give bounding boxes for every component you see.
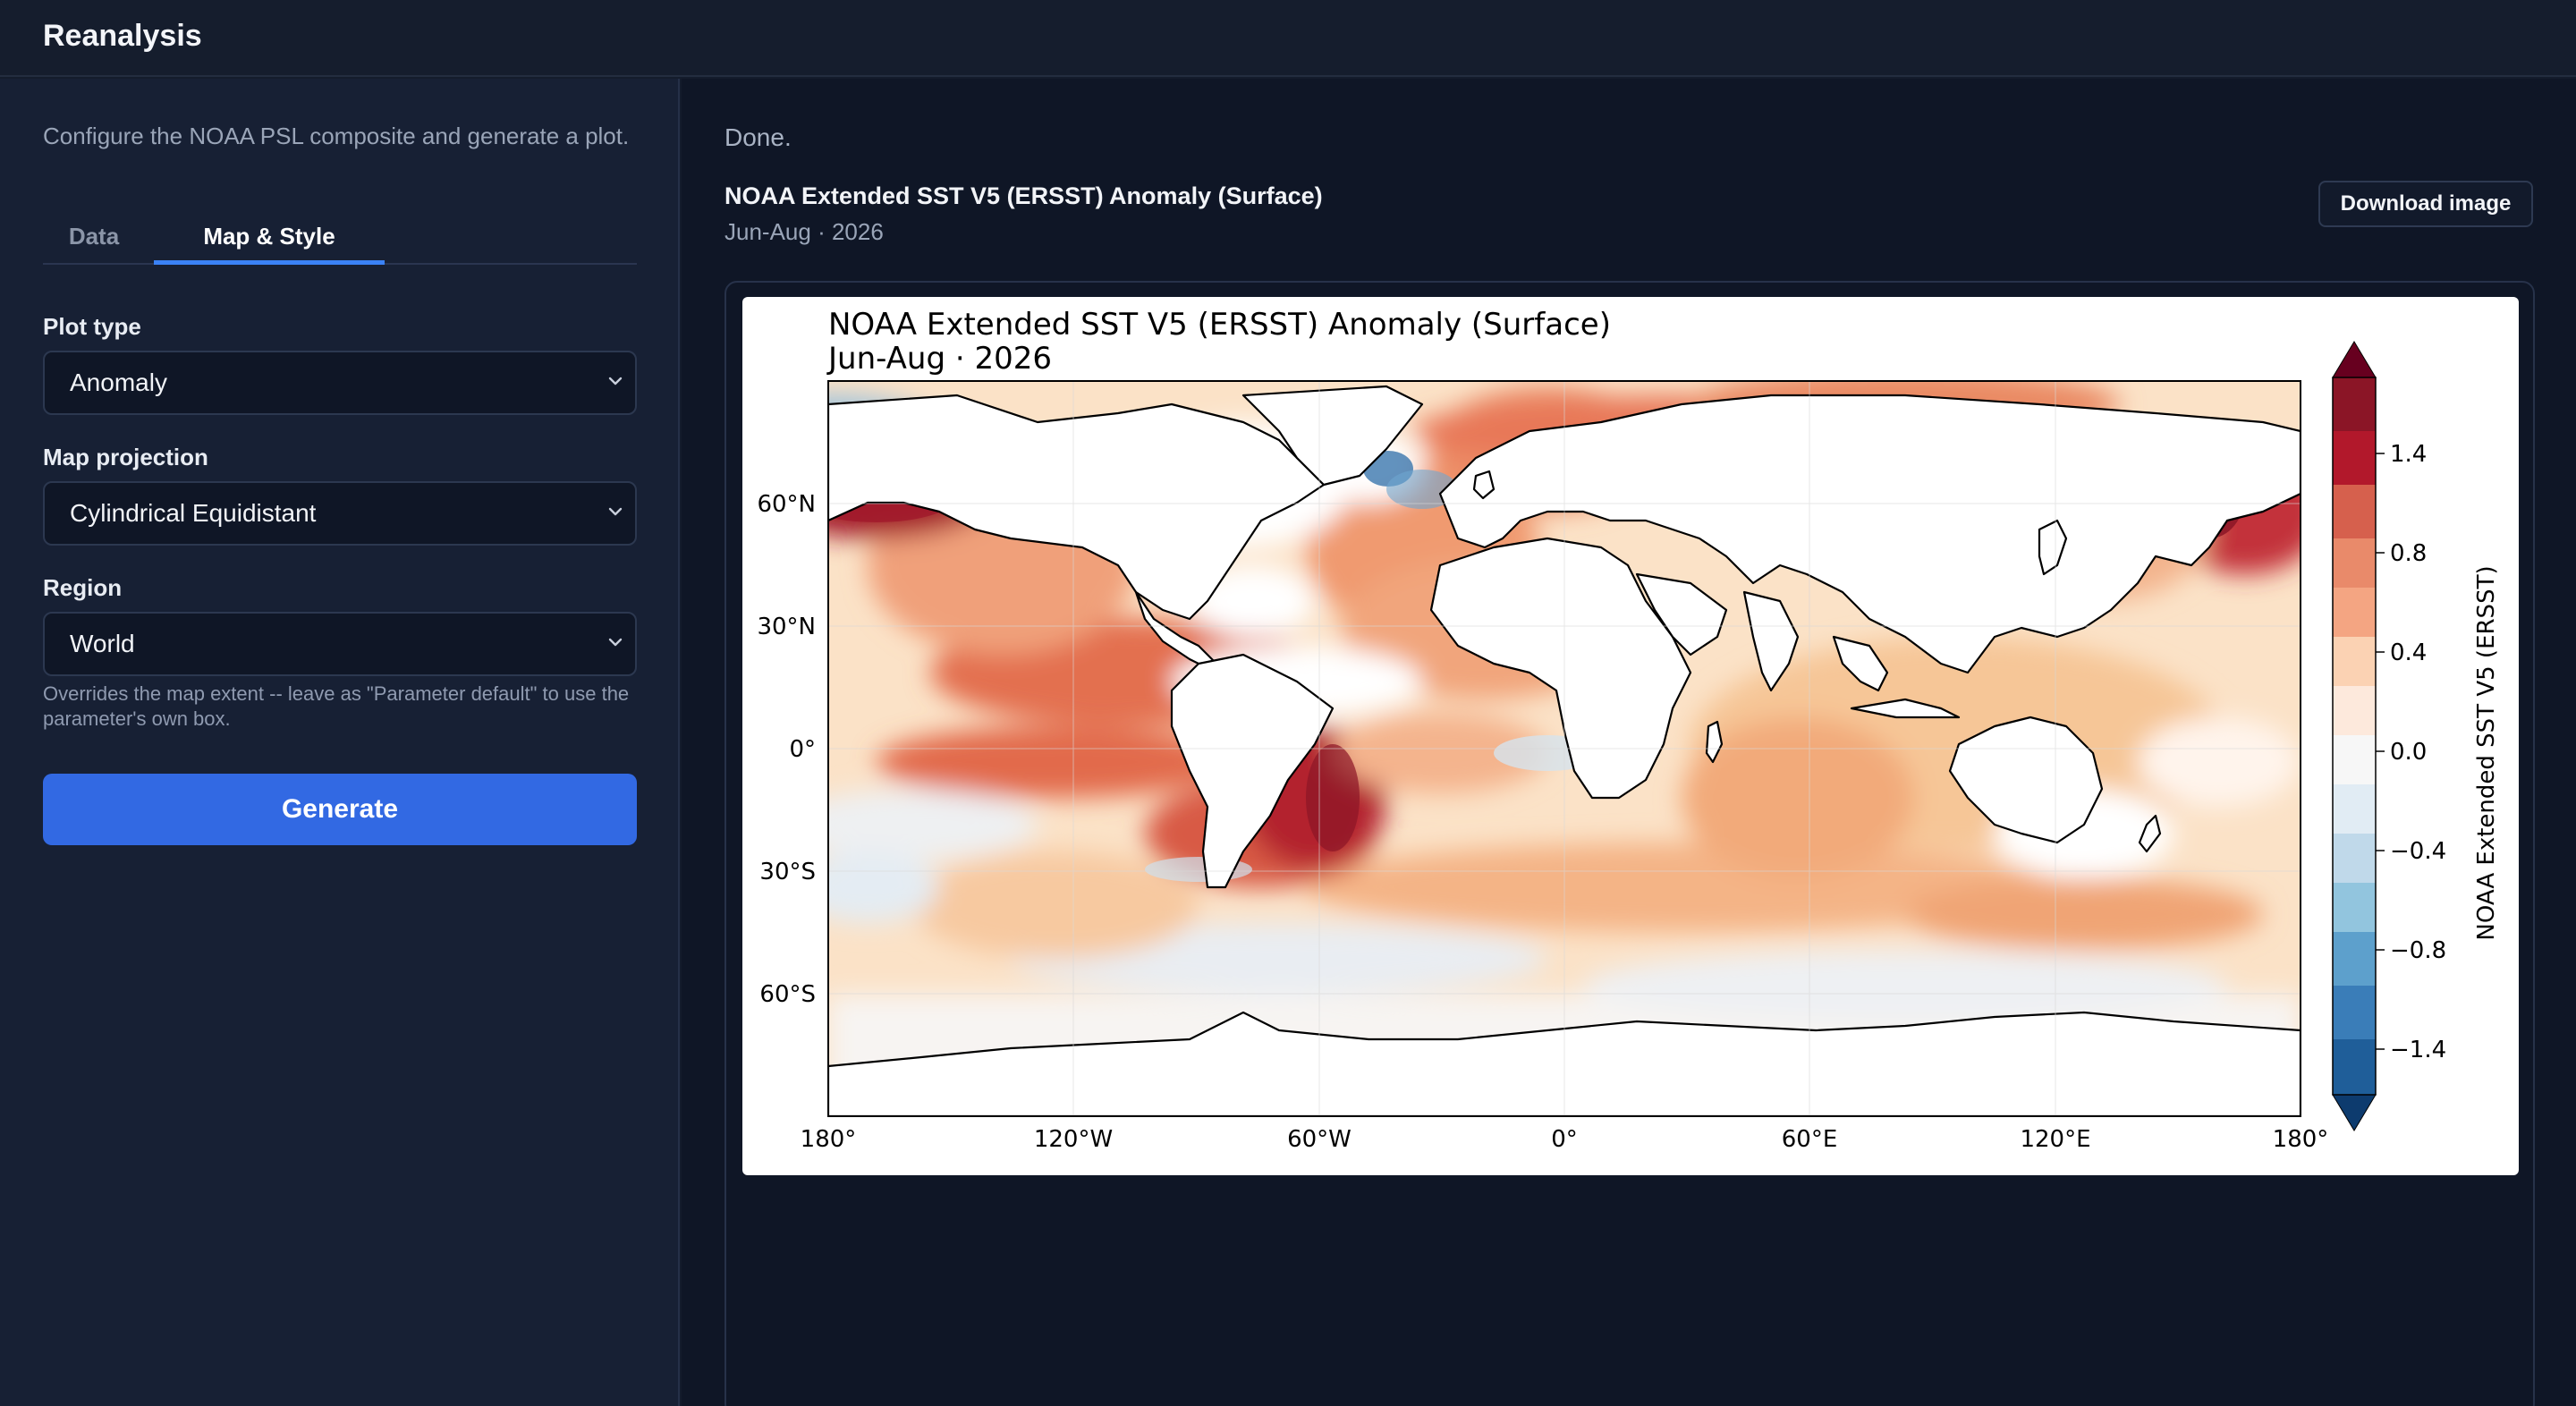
chevron-down-icon xyxy=(608,377,623,385)
generate-button[interactable]: Generate xyxy=(43,774,637,845)
colorbar-tick-label: 0.8 xyxy=(2390,540,2427,567)
lat-tick-label: 30°N xyxy=(757,614,816,640)
region-label: Region xyxy=(43,574,123,601)
plot-frame: NOAA Extended SST V5 (ERSST) Anomaly (Su… xyxy=(724,281,2535,1406)
download-image-button[interactable]: Download image xyxy=(2318,181,2533,227)
projection-value: Cylindrical Equidistant xyxy=(70,499,317,527)
lon-tick-label: 60°E xyxy=(1782,1126,1838,1153)
projection-select[interactable]: Cylindrical Equidistant xyxy=(43,481,637,546)
lon-tick-label: 180° xyxy=(2273,1126,2329,1153)
sidebar: Configure the NOAA PSL composite and gen… xyxy=(0,79,680,1406)
chevron-down-icon xyxy=(608,638,623,647)
lat-tick-label: 60°N xyxy=(757,491,816,518)
map-figure: NOAA Extended SST V5 (ERSST) Anomaly (Su… xyxy=(757,307,2500,1153)
colorbar-tick-label: −1.4 xyxy=(2390,1037,2446,1063)
region-help-text: Overrides the map extent -- leave as "Pa… xyxy=(43,682,630,730)
colorbar-label: NOAA Extended SST V5 (ERSST) xyxy=(2473,565,2500,940)
sidebar-intro: Configure the NOAA PSL composite and gen… xyxy=(43,123,630,149)
tab-data[interactable]: Data xyxy=(43,220,145,265)
main-panel: Done. NOAA Extended SST V5 (ERSST) Anoma… xyxy=(682,79,2576,1406)
plot-subtitle: Jun-Aug · 2026 xyxy=(724,218,884,245)
anomaly-field xyxy=(828,381,2301,1116)
top-bar: Reanalysis xyxy=(0,0,2576,77)
chevron-down-icon xyxy=(608,507,623,516)
plot-type-value: Anomaly xyxy=(70,368,167,396)
region-value: World xyxy=(70,630,135,657)
lat-tick-label: 0° xyxy=(789,736,816,763)
colorbar-tick-label: −0.8 xyxy=(2390,937,2446,964)
lat-tick-label: 60°S xyxy=(759,981,816,1008)
plot-type-label: Plot type xyxy=(43,313,141,340)
lon-tick-label: 120°W xyxy=(1034,1126,1113,1153)
status-text: Done. xyxy=(724,123,792,151)
lon-tick-label: 60°W xyxy=(1287,1126,1352,1153)
plot-image: NOAA Extended SST V5 (ERSST) Anomaly (Su… xyxy=(742,297,2519,1175)
lon-tick-label: 120°E xyxy=(2020,1126,2090,1153)
lon-tick-label: 180° xyxy=(801,1126,857,1153)
tab-bar: Data Map & Style xyxy=(43,220,637,265)
plot-title: NOAA Extended SST V5 (ERSST) Anomaly (Su… xyxy=(724,182,1323,209)
colorbar-tick-label: 1.4 xyxy=(2390,441,2427,468)
lon-tick-label: 0° xyxy=(1551,1126,1578,1153)
projection-label: Map projection xyxy=(43,444,208,470)
colorbar xyxy=(2332,341,2377,1131)
region-select[interactable]: World xyxy=(43,612,637,676)
plot-type-select[interactable]: Anomaly xyxy=(43,351,637,415)
colorbar-tick-label: −0.4 xyxy=(2390,838,2446,865)
lat-tick-label: 30°S xyxy=(759,859,816,885)
figure-title: NOAA Extended SST V5 (ERSST) Anomaly (Su… xyxy=(828,307,1611,343)
colorbar-tick-label: 0.0 xyxy=(2390,739,2427,766)
app-title: Reanalysis xyxy=(43,19,202,53)
colorbar-tick-label: 0.4 xyxy=(2390,639,2427,666)
figure-subtitle: Jun-Aug · 2026 xyxy=(826,341,1052,377)
tab-map-style[interactable]: Map & Style xyxy=(154,220,385,265)
